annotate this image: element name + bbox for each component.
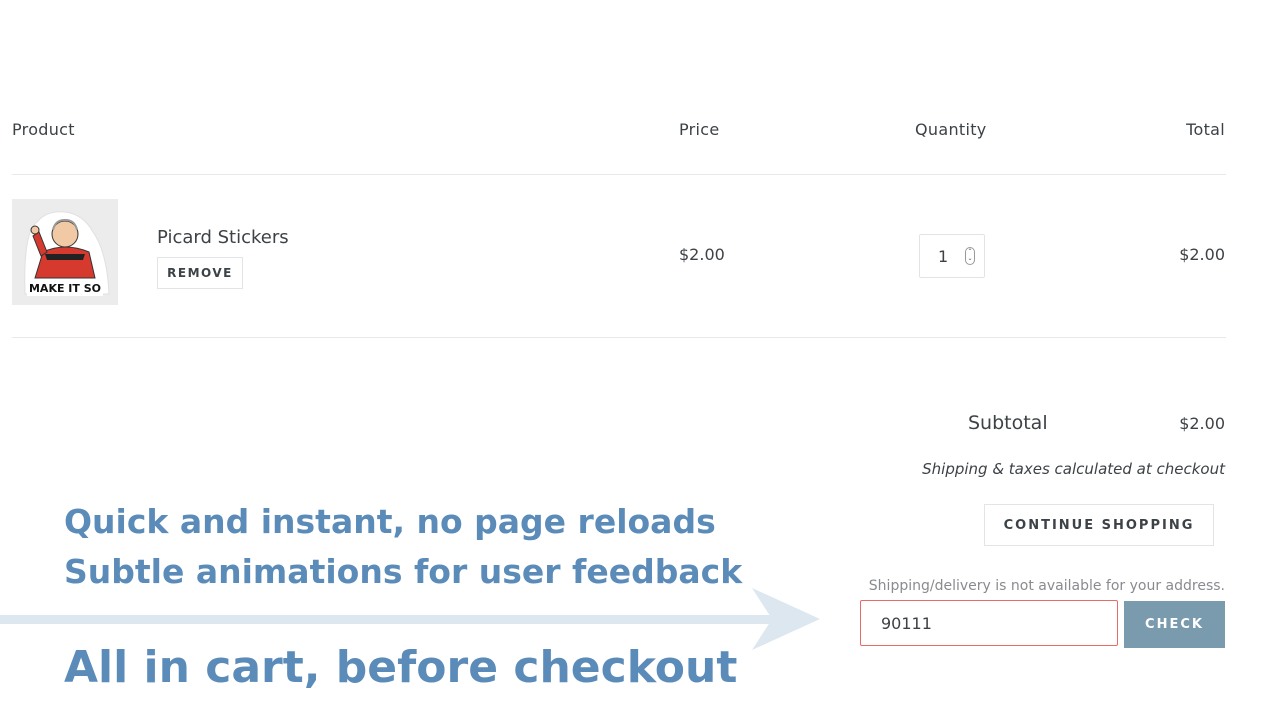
continue-shopping-button[interactable]: CONTINUE SHOPPING: [984, 504, 1214, 546]
remove-button[interactable]: REMOVE: [157, 257, 243, 289]
item-price: $2.00: [679, 245, 725, 264]
item-total: $2.00: [1179, 245, 1225, 264]
divider: [12, 174, 1226, 175]
subtotal-label: Subtotal: [968, 412, 1048, 434]
product-title[interactable]: Picard Stickers: [157, 227, 289, 248]
shipping-error-message: Shipping/delivery is not available for y…: [868, 578, 1225, 594]
quantity-stepper[interactable]: 1 ⌃ ⌄: [919, 234, 985, 278]
arrow-right-icon: [0, 588, 820, 650]
header-price: Price: [679, 120, 720, 139]
header-product: Product: [12, 120, 75, 139]
quantity-value: 1: [938, 247, 949, 266]
spinner-arrows-icon[interactable]: ⌃ ⌄: [965, 247, 975, 265]
header-total: Total: [1186, 120, 1225, 139]
check-button[interactable]: CHECK: [1124, 601, 1225, 648]
sticker-caption: MAKE IT SO: [29, 282, 101, 295]
picard-sticker-icon: MAKE IT SO: [24, 211, 110, 296]
shipping-note: Shipping & taxes calculated at checkout: [922, 460, 1225, 478]
zip-code-input[interactable]: [860, 600, 1118, 646]
overlay-line-1: Quick and instant, no page reloads: [64, 502, 716, 541]
product-image[interactable]: MAKE IT SO: [12, 199, 118, 305]
header-quantity: Quantity: [915, 120, 987, 139]
divider: [12, 337, 1226, 338]
subtotal-value: $2.00: [1179, 414, 1225, 433]
